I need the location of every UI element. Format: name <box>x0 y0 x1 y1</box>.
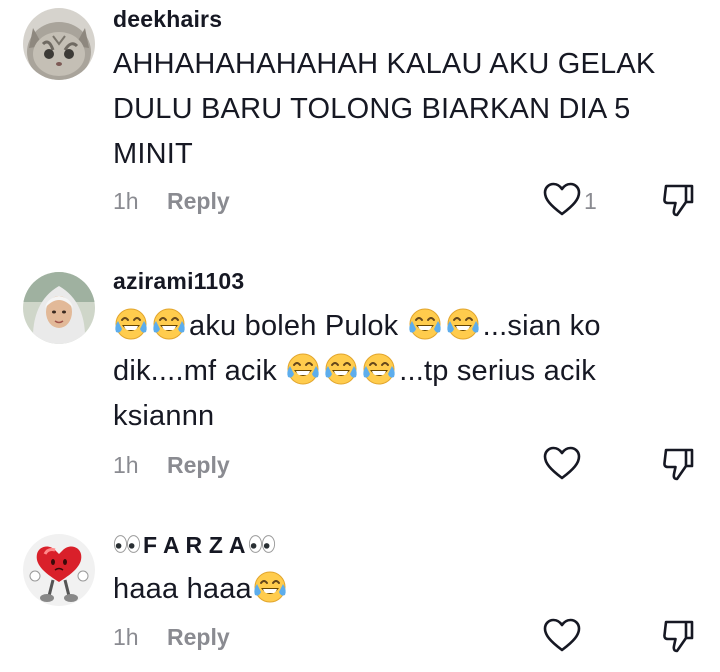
comment-username[interactable]: azirami1103 <box>113 268 244 295</box>
heart-outline-icon[interactable] <box>542 616 582 656</box>
tears-of-joy-emoji <box>252 570 288 604</box>
comment-text-segment: ...sian ko <box>482 310 601 342</box>
comment-text-segment: dik....mf acik <box>113 355 286 387</box>
comment-meta: 1h Reply <box>0 444 720 484</box>
comment-timestamp: 1h <box>113 188 139 214</box>
tears-of-joy-emoji <box>361 352 397 386</box>
comment-username-text: F A R Z A <box>143 532 246 558</box>
eyes-emoji <box>113 533 141 555</box>
comment-text: haaa haaa <box>113 567 698 612</box>
heart-outline-icon[interactable] <box>542 444 582 484</box>
comment-text-line: AHHAHAHAHAHAH KALAU AKU GELAK <box>113 48 656 80</box>
comment-text-line: dik....mf acik ...tp serius acik <box>113 349 698 394</box>
tears-of-joy-emoji <box>323 352 359 386</box>
reply-button[interactable]: Reply <box>167 452 230 479</box>
tears-of-joy-emoji <box>407 307 443 341</box>
comment-meta: 1h Reply 1 <box>0 180 720 220</box>
reply-button[interactable]: Reply <box>167 188 230 215</box>
hijab-avatar[interactable] <box>23 272 95 344</box>
comment-text-line: MINIT <box>113 138 193 170</box>
thumbs-down-icon[interactable] <box>660 616 696 656</box>
comment-username[interactable]: deekhairs <box>113 6 222 33</box>
comment-text-line: aku boleh Pulok ...sian ko <box>113 304 698 349</box>
thumbs-down-icon[interactable] <box>660 444 696 484</box>
comment-username[interactable]: F A R Z A <box>113 532 278 559</box>
reply-button[interactable]: Reply <box>167 624 230 651</box>
like-count: 1 <box>584 188 597 214</box>
comment-text-line: DULU BARU TOLONG BIARKAN DIA 5 <box>113 93 631 125</box>
tears-of-joy-emoji <box>285 352 321 386</box>
heart-character-avatar[interactable] <box>23 534 95 606</box>
comment-text: aku boleh Pulok ...sian ko dik....mf aci… <box>113 304 698 439</box>
tears-of-joy-emoji <box>113 307 149 341</box>
comment-text-segment: ...tp serius acik <box>399 355 597 387</box>
comment-text-line: ksiannn <box>113 400 215 432</box>
comment-timestamp: 1h <box>113 452 139 478</box>
cat-avatar[interactable] <box>23 8 95 80</box>
comment-text-segment: haaa haaa <box>113 573 252 605</box>
comment-text: AHHAHAHAHAHAH KALAU AKU GELAK DULU BARU … <box>113 42 698 177</box>
tears-of-joy-emoji <box>151 307 187 341</box>
comment-text-segment: aku boleh Pulok <box>189 310 407 342</box>
heart-outline-icon[interactable] <box>542 180 582 220</box>
comment-meta: 1h Reply <box>0 616 720 656</box>
tears-of-joy-emoji <box>445 307 481 341</box>
thumbs-down-icon[interactable] <box>660 180 696 220</box>
comment-text-line: haaa haaa <box>113 567 698 612</box>
comment-timestamp: 1h <box>113 624 139 650</box>
eyes-emoji <box>248 533 276 555</box>
